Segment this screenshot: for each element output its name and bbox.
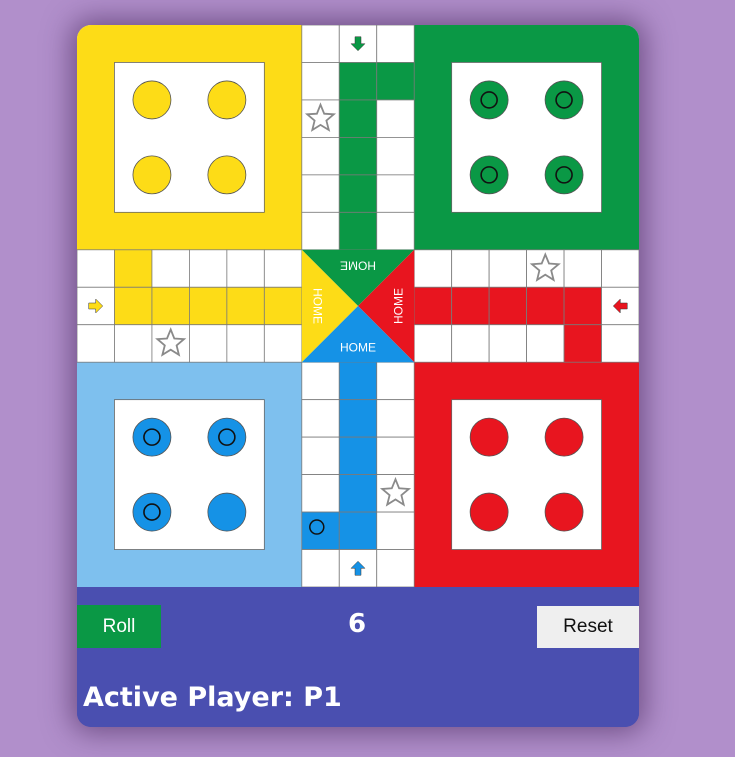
roll-button[interactable]: Roll: [77, 605, 161, 648]
track-cell: [376, 436, 415, 475]
home-label-red: HOME: [392, 288, 406, 324]
track-cell: [189, 286, 228, 326]
track-cell: [338, 62, 378, 101]
track-cell: [114, 249, 153, 288]
track-cell: [376, 62, 415, 101]
track-cell: [189, 249, 228, 288]
blue-token[interactable]: [207, 492, 247, 532]
home-label-green: HOME: [340, 258, 376, 272]
track-cell: [413, 249, 453, 288]
yellow-yard-inner: [114, 62, 265, 213]
track-cell: [376, 174, 415, 213]
green-token[interactable]: [469, 80, 509, 120]
red-token[interactable]: [544, 417, 584, 457]
track-cell: [488, 324, 527, 363]
track-cell: [451, 286, 490, 326]
track-cell: [338, 137, 378, 176]
track-cell: [301, 25, 340, 63]
track-cell: [563, 249, 602, 288]
red-token[interactable]: [469, 492, 509, 532]
track-cell: [376, 211, 415, 251]
green-token[interactable]: [469, 155, 509, 195]
track-cell: [526, 286, 565, 326]
track-cell: [338, 174, 378, 213]
blue-token[interactable]: [207, 417, 247, 457]
track-cell: [263, 324, 303, 363]
ludo-game-card: HOME HOME HOME HOME Roll 6 Reset Active Pla…: [77, 25, 639, 727]
track-cell: [301, 474, 340, 513]
yellow-token[interactable]: [207, 155, 247, 195]
reset-button[interactable]: Reset: [537, 606, 639, 648]
track-cell: [151, 249, 190, 288]
track-cell: [376, 99, 415, 138]
track-cell: [77, 324, 115, 363]
home-label-yellow: HOME: [310, 288, 324, 324]
track-cell: [301, 137, 340, 176]
track-cell: [301, 549, 340, 587]
yellow-token[interactable]: [132, 155, 172, 195]
track-cell: [338, 211, 378, 251]
track-cell: [301, 62, 340, 101]
track-cell: [376, 137, 415, 176]
track-cell: [376, 549, 415, 587]
track-cell: [301, 511, 340, 550]
track-cell: [263, 286, 303, 326]
track-cell: [301, 399, 340, 438]
track-cell: [338, 474, 378, 513]
track-cell: [488, 286, 527, 326]
track-cell: [151, 286, 190, 326]
track-cell: [376, 399, 415, 438]
track-cell: [413, 286, 453, 326]
track-cell: [263, 249, 303, 288]
blue-token[interactable]: [132, 492, 172, 532]
track-cell: [563, 286, 602, 326]
track-cell: [301, 436, 340, 475]
home-label-blue: HOME: [340, 341, 376, 355]
green-token[interactable]: [544, 80, 584, 120]
ludo-board: HOME HOME HOME HOME: [77, 25, 639, 587]
blue-token[interactable]: [132, 417, 172, 457]
track-cell: [563, 324, 602, 363]
track-cell: [338, 511, 378, 550]
green-yard-inner: [451, 62, 602, 213]
track-cell: [413, 324, 453, 363]
track-cell: [451, 324, 490, 363]
track-cell: [189, 324, 228, 363]
track-cell: [226, 324, 265, 363]
yellow-token[interactable]: [132, 80, 172, 120]
red-yard-inner: [451, 399, 602, 550]
track-cell: [77, 249, 115, 288]
track-cell: [226, 249, 265, 288]
track-cell: [338, 361, 378, 401]
track-cell: [376, 361, 415, 401]
control-panel: Roll 6 Reset Active Player: P1: [77, 587, 639, 727]
track-cell: [451, 249, 490, 288]
track-cell: [526, 324, 565, 363]
track-cell: [301, 211, 340, 251]
track-cell: [226, 286, 265, 326]
red-token[interactable]: [544, 492, 584, 532]
track-cell: [301, 361, 340, 401]
yellow-token[interactable]: [207, 80, 247, 120]
dice-value: 6: [347, 609, 367, 639]
track-cell: [114, 286, 153, 326]
track-cell: [338, 399, 378, 438]
track-cell: [301, 174, 340, 213]
track-cell: [338, 99, 378, 138]
track-cell: [376, 25, 415, 63]
track-cell: [376, 511, 415, 550]
track-cell: [338, 436, 378, 475]
track-cell: [114, 324, 153, 363]
red-token[interactable]: [469, 417, 509, 457]
green-token[interactable]: [544, 155, 584, 195]
track-cell: [601, 249, 639, 288]
active-player-label: Active Player: P1: [83, 682, 342, 713]
track-cell: [601, 324, 639, 363]
blue-yard-inner: [114, 399, 265, 550]
track-cell: [488, 249, 527, 288]
